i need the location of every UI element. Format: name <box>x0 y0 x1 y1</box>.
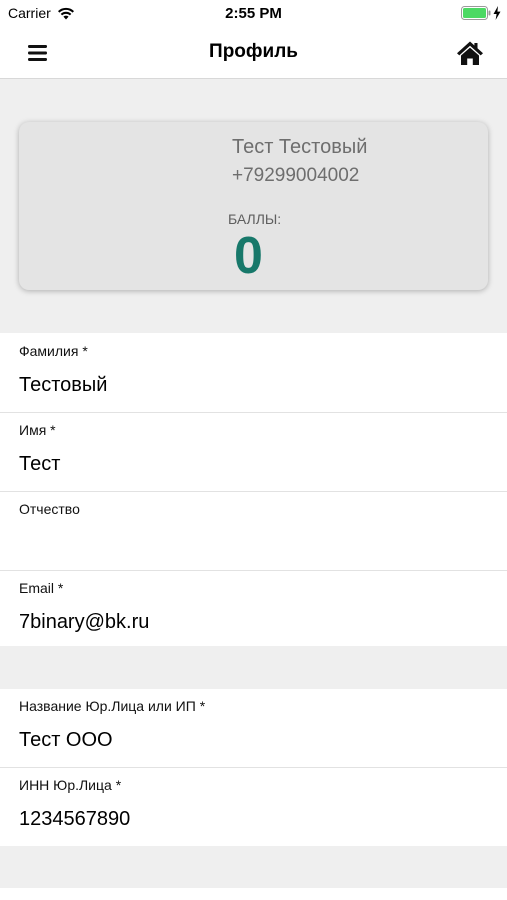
charging-bolt-icon <box>493 6 501 20</box>
last-name-value[interactable]: Тестовый <box>19 374 107 397</box>
profile-header-area: Тест Тестовый +79299004002 БАЛЛЫ: 0 <box>0 79 507 333</box>
home-button[interactable] <box>453 38 487 68</box>
personal-info-section: Фамилия * Тестовый Имя * Тест Отчество E… <box>0 334 507 649</box>
middle-name-field[interactable]: Отчество <box>0 492 507 571</box>
battery-indicator <box>461 6 501 20</box>
last-name-label: Фамилия * <box>19 343 88 359</box>
status-bar: Carrier 2:55 PM <box>0 0 507 28</box>
page-title: Профиль <box>209 41 298 62</box>
inn-label: ИНН Юр.Лица * <box>19 777 122 793</box>
inn-value[interactable]: 1234567890 <box>19 808 130 831</box>
profile-card: Тест Тестовый +79299004002 БАЛЛЫ: 0 <box>19 122 488 290</box>
inn-field[interactable]: ИНН Юр.Лица * 1234567890 <box>0 768 507 846</box>
user-phone: +79299004002 <box>232 165 360 186</box>
points-value: 0 <box>234 227 263 285</box>
status-time: 2:55 PM <box>225 5 282 22</box>
battery-icon <box>461 6 491 20</box>
user-full-name: Тест Тестовый <box>232 136 368 158</box>
points-label: БАЛЛЫ: <box>228 211 282 227</box>
email-label: Email * <box>19 580 64 596</box>
section-separator <box>0 646 507 689</box>
last-name-field[interactable]: Фамилия * Тестовый <box>0 334 507 413</box>
bottom-separator <box>0 846 507 888</box>
first-name-field[interactable]: Имя * Тест <box>0 413 507 492</box>
email-value[interactable]: 7binary@bk.ru <box>19 611 149 634</box>
navigation-bar: Профиль <box>0 28 507 79</box>
company-info-section: Название Юр.Лица или ИП * Тест ООО ИНН Ю… <box>0 689 507 846</box>
company-name-value[interactable]: Тест ООО <box>19 729 113 752</box>
carrier-indicator: Carrier <box>8 5 75 21</box>
carrier-name: Carrier <box>8 5 51 21</box>
home-icon <box>457 41 483 65</box>
company-name-label: Название Юр.Лица или ИП * <box>19 698 206 714</box>
middle-name-label: Отчество <box>19 501 80 517</box>
email-field[interactable]: Email * 7binary@bk.ru <box>0 571 507 649</box>
company-name-field[interactable]: Название Юр.Лица или ИП * Тест ООО <box>0 689 507 768</box>
first-name-value[interactable]: Тест <box>19 453 60 476</box>
first-name-label: Имя * <box>19 422 56 438</box>
wifi-icon <box>57 7 74 20</box>
